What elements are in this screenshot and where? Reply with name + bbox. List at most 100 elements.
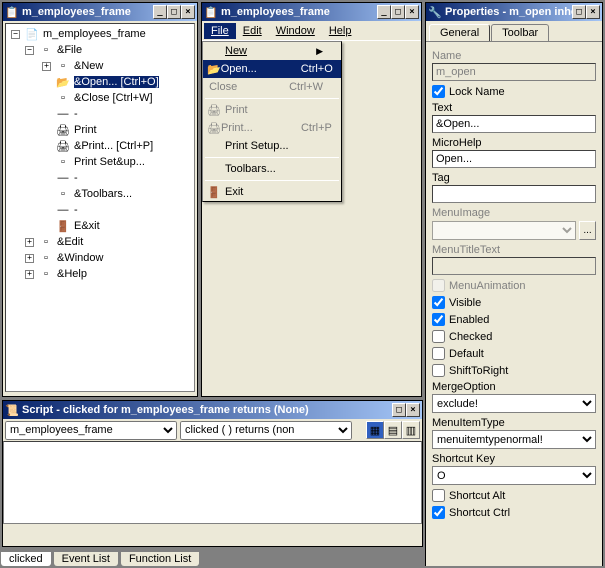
script-view3-icon[interactable]: ▥ bbox=[402, 421, 420, 439]
tree-open[interactable]: &Open... [Ctrl+O] bbox=[74, 76, 159, 88]
props-title: Properties - m_open inhe bbox=[445, 6, 572, 18]
check-checked[interactable] bbox=[432, 330, 445, 343]
script-event-select[interactable]: clicked ( ) returns (non bbox=[180, 421, 352, 440]
dd-open[interactable]: 📂Open...Ctrl+O bbox=[203, 60, 341, 78]
menu-edit[interactable]: Edit bbox=[236, 23, 269, 39]
menu-item-icon: ▫ bbox=[55, 91, 71, 105]
check-visible[interactable] bbox=[432, 296, 445, 309]
label-tag: Tag bbox=[432, 172, 596, 184]
separator-icon: — bbox=[55, 171, 71, 185]
dd-print: 🖨Print bbox=[203, 101, 341, 119]
bottom-tab-clicked[interactable]: clicked bbox=[0, 552, 52, 567]
tree-toggle[interactable]: + bbox=[25, 238, 34, 247]
label-menuitemtype: MenuItemType bbox=[432, 417, 596, 429]
tree-sep[interactable]: - bbox=[74, 204, 78, 216]
tree-sep[interactable]: - bbox=[74, 172, 78, 184]
tab-general[interactable]: General bbox=[429, 24, 490, 41]
minimize-button[interactable]: _ bbox=[377, 5, 391, 19]
menu-file[interactable]: File bbox=[204, 23, 236, 39]
check-shortcutctrl[interactable] bbox=[432, 506, 445, 519]
script-editor[interactable] bbox=[3, 441, 422, 524]
script-object-select[interactable]: m_employees_frame bbox=[5, 421, 177, 440]
tree-printsetup[interactable]: Print Set&up... bbox=[74, 156, 145, 168]
tree-new[interactable]: &New bbox=[74, 60, 103, 72]
menu-item-icon: ▫ bbox=[55, 155, 71, 169]
tree-file[interactable]: &File bbox=[57, 44, 82, 56]
tree-toolbars[interactable]: &Toolbars... bbox=[74, 188, 132, 200]
menu-item-icon: ▫ bbox=[38, 235, 54, 249]
tree-sep[interactable]: - bbox=[74, 108, 78, 120]
script-view1-icon[interactable]: ▦ bbox=[366, 421, 384, 439]
maximize-button[interactable]: □ bbox=[391, 5, 405, 19]
menu-help[interactable]: Help bbox=[322, 23, 359, 39]
dd-printm: 🖨Print...Ctrl+P bbox=[203, 119, 341, 137]
close-button[interactable]: × bbox=[586, 5, 600, 19]
maximize-button[interactable]: □ bbox=[167, 5, 181, 19]
tree-titlebar[interactable]: 📋 m_employees_frame _ □ × bbox=[3, 3, 197, 21]
dd-exit[interactable]: 🚪Exit bbox=[203, 183, 341, 201]
input-tag[interactable] bbox=[432, 185, 596, 203]
properties-icon: 🔧 bbox=[428, 5, 442, 19]
dd-new[interactable]: New▶ bbox=[203, 42, 341, 60]
tree-window[interactable]: &Window bbox=[57, 252, 103, 264]
menu-window[interactable]: Window bbox=[269, 23, 322, 39]
folder-open-icon: 📂 bbox=[55, 75, 71, 89]
input-name bbox=[432, 63, 596, 81]
check-enabled[interactable] bbox=[432, 313, 445, 326]
dd-printsetup[interactable]: Print Setup... bbox=[203, 137, 341, 155]
tree-toggle[interactable]: − bbox=[11, 30, 20, 39]
print-icon: 🖨 bbox=[55, 123, 71, 137]
dd-toolbars[interactable]: Toolbars... bbox=[203, 160, 341, 178]
label-microhelp: MicroHelp bbox=[432, 137, 596, 149]
menu-item-icon: ▫ bbox=[55, 59, 71, 73]
print-icon: 🖨 bbox=[55, 139, 71, 153]
tree-toggle[interactable]: + bbox=[42, 62, 51, 71]
tree-root[interactable]: m_employees_frame bbox=[43, 28, 146, 40]
tree-exit[interactable]: E&xit bbox=[74, 220, 100, 232]
close-button[interactable]: × bbox=[405, 5, 419, 19]
separator-icon: — bbox=[55, 203, 71, 217]
label-mergeoption: MergeOption bbox=[432, 381, 596, 393]
tree-print[interactable]: Print bbox=[74, 124, 97, 136]
dd-separator bbox=[205, 157, 339, 158]
tree-edit[interactable]: &Edit bbox=[57, 236, 83, 248]
bottom-tab-funclist[interactable]: Function List bbox=[120, 552, 200, 567]
tree-toggle[interactable]: − bbox=[25, 46, 34, 55]
dd-close: CloseCtrl+W bbox=[203, 78, 341, 96]
maximize-button[interactable]: □ bbox=[392, 403, 406, 417]
menu-item-icon: ▫ bbox=[38, 251, 54, 265]
bottom-tab-eventlist[interactable]: Event List bbox=[53, 552, 119, 567]
menu-item-icon: ▫ bbox=[55, 187, 71, 201]
tree-toggle[interactable]: + bbox=[25, 270, 34, 279]
script-titlebar[interactable]: 📜 Script - clicked for m_employees_frame… bbox=[3, 401, 422, 419]
select-menuitemtype[interactable]: menuitemtypenormal! bbox=[432, 430, 596, 449]
tree-help[interactable]: &Help bbox=[57, 268, 87, 280]
input-text[interactable] bbox=[432, 115, 596, 133]
menu-tree[interactable]: −📄m_employees_frame −▫&File +▫&New 📂&Ope… bbox=[6, 24, 194, 284]
check-shortcutalt[interactable] bbox=[432, 489, 445, 502]
label-default: Default bbox=[449, 348, 484, 360]
tab-toolbar[interactable]: Toolbar bbox=[491, 24, 549, 41]
script-view2-icon[interactable]: ▤ bbox=[384, 421, 402, 439]
select-mergeoption[interactable]: exclude! bbox=[432, 394, 596, 413]
maximize-button[interactable]: □ bbox=[572, 5, 586, 19]
folder-open-icon: 📂 bbox=[207, 63, 221, 76]
props-titlebar[interactable]: 🔧 Properties - m_open inhe □ × bbox=[426, 3, 602, 21]
tree-printm[interactable]: &Print... [Ctrl+P] bbox=[74, 140, 153, 152]
check-lockname[interactable] bbox=[432, 85, 445, 98]
tree-toggle[interactable]: + bbox=[25, 254, 34, 263]
minimize-button[interactable]: _ bbox=[153, 5, 167, 19]
browse-menuimage-button[interactable]: ... bbox=[579, 221, 596, 240]
check-default[interactable] bbox=[432, 347, 445, 360]
label-shifttoright: ShiftToRight bbox=[449, 365, 508, 377]
menu-icon: 📋 bbox=[5, 5, 19, 19]
select-shortcutkey[interactable]: O bbox=[432, 466, 596, 485]
input-menutitletext bbox=[432, 257, 596, 275]
input-microhelp[interactable] bbox=[432, 150, 596, 168]
check-shifttoright[interactable] bbox=[432, 364, 445, 377]
tree-close[interactable]: &Close [Ctrl+W] bbox=[74, 92, 153, 104]
close-button[interactable]: × bbox=[406, 403, 420, 417]
tree-title: m_employees_frame bbox=[22, 6, 153, 18]
preview-titlebar[interactable]: 📋 m_employees_frame _ □ × bbox=[202, 3, 421, 21]
close-button[interactable]: × bbox=[181, 5, 195, 19]
